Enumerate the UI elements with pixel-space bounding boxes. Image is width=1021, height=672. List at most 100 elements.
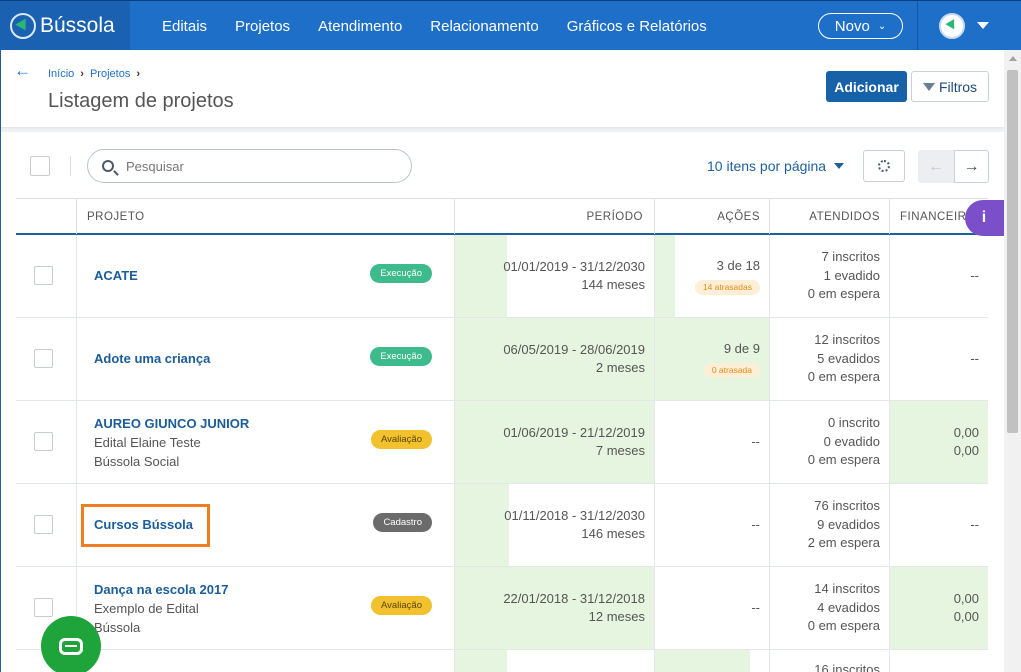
filter-button[interactable]: Filtros: [911, 71, 989, 102]
breadcrumb-separator: ›: [80, 68, 84, 80]
settings-button[interactable]: [863, 150, 905, 182]
periodo-cell: [455, 650, 655, 672]
next-page-button[interactable]: →: [954, 150, 989, 183]
projeto-cell: Dança na escola 2017 Exemplo de Edital B…: [77, 567, 455, 649]
period-range: 06/05/2019 - 28/06/2019: [503, 341, 645, 357]
compass-logo-icon: [10, 13, 36, 39]
em-espera: 2 em espera: [807, 535, 880, 551]
project-name-link[interactable]: Dança na escola 2017: [94, 582, 228, 597]
late-badge: 14 atrasadas: [694, 279, 760, 295]
header-periodo[interactable]: PERÍODO: [455, 199, 655, 234]
back-arrow-icon[interactable]: ←: [14, 61, 31, 81]
header-projeto[interactable]: PROJETO: [77, 199, 455, 234]
projeto-cell: Adote uma criança Execução: [77, 318, 455, 400]
highlight-box: [81, 504, 210, 547]
period-months: 144 meses: [581, 277, 645, 292]
financeiro-cell: 0,00 0,00: [890, 401, 988, 483]
em-espera: 0 em espera: [807, 286, 880, 302]
previous-page-button[interactable]: ←: [918, 150, 954, 183]
search-input[interactable]: [126, 158, 386, 174]
evadidos: 1 evadido: [823, 267, 880, 283]
scroll-up-icon[interactable]: [1009, 56, 1017, 61]
inscritos: 76 inscritos: [814, 498, 880, 514]
breadcrumb-separator: ›: [136, 68, 140, 80]
info-icon[interactable]: i: [965, 200, 1009, 236]
row-checkbox[interactable]: [34, 515, 53, 534]
table-row[interactable]: Adote uma criança Execução 06/05/2019 - …: [16, 318, 988, 401]
user-menu-caret-icon[interactable]: [977, 22, 989, 29]
nav-link-graficos[interactable]: Gráficos e Relatórios: [567, 18, 707, 35]
periodo-cell: 01/06/2019 - 21/12/2019 7 meses: [455, 401, 655, 483]
period-months: 12 meses: [588, 609, 645, 624]
project-organization: Bússola: [94, 620, 141, 635]
acoes-cell: --: [655, 401, 770, 483]
scroll-thumb[interactable]: [1007, 70, 1018, 433]
table-header: PROJETO PERÍODO AÇÕES ATENDIDOS FINANCEI…: [16, 198, 988, 235]
projects-table: PROJETO PERÍODO AÇÕES ATENDIDOS FINANCEI…: [16, 198, 988, 672]
financeiro-cell: --: [890, 235, 988, 317]
row-checkbox[interactable]: [34, 598, 53, 617]
chat-icon: [59, 637, 83, 655]
add-button[interactable]: Adicionar: [826, 71, 907, 102]
row-checkbox[interactable]: [34, 266, 53, 285]
late-badge: 0 atrasada: [703, 362, 760, 378]
select-cell: [16, 401, 77, 483]
project-name-link[interactable]: AUREO GIUNCO JUNIOR: [94, 416, 249, 431]
financeiro-cell: --: [890, 318, 988, 400]
novo-button[interactable]: Novo ⌄: [818, 13, 903, 39]
header-select: [16, 199, 77, 234]
vertical-scrollbar[interactable]: [1004, 50, 1021, 672]
per-page-select[interactable]: 10 itens por página: [707, 158, 845, 174]
row-checkbox[interactable]: [34, 432, 53, 451]
breadcrumb-projetos[interactable]: Projetos: [90, 68, 130, 80]
atendidos-cell: 0 inscrito 0 evadido 0 em espera: [770, 401, 890, 483]
project-name-link[interactable]: ACATE: [94, 268, 138, 283]
nav-link-relacionamento[interactable]: Relacionamento: [430, 18, 538, 35]
actions-count: --: [751, 516, 760, 532]
caret-down-icon: [834, 163, 845, 169]
periodo-cell: 06/05/2019 - 28/06/2019 2 meses: [455, 318, 655, 400]
actions-count: 9 de 9: [723, 341, 760, 357]
search-box[interactable]: [87, 149, 412, 183]
periodo-cell: 01/01/2019 - 31/12/2030 144 meses: [455, 235, 655, 317]
financeiro-value: 0,00: [953, 590, 979, 606]
brand[interactable]: Bússola: [0, 1, 130, 51]
brand-name: Bússola: [40, 14, 115, 37]
status-badge: Execução: [370, 264, 432, 283]
search-icon: [102, 160, 114, 172]
breadcrumb: Início › Projetos ›: [48, 68, 140, 80]
period-range: 01/06/2019 - 21/12/2019: [503, 424, 645, 440]
table-row[interactable]: AUREO GIUNCO JUNIOR Edital Elaine Teste …: [16, 401, 988, 484]
table-row[interactable]: 16 inscritos: [16, 650, 988, 672]
financeiro-value: --: [970, 350, 979, 366]
user-avatar[interactable]: [939, 13, 965, 39]
nav-link-editais[interactable]: Editais: [162, 18, 207, 35]
nav-link-projetos[interactable]: Projetos: [235, 18, 290, 35]
projeto-cell: ACATE Execução: [77, 235, 455, 317]
table-row[interactable]: Dança na escola 2017 Exemplo de Edital B…: [16, 567, 988, 650]
nav-links: Editais Projetos Atendimento Relacioname…: [148, 1, 721, 51]
inscritos: 0 inscrito: [827, 415, 880, 431]
em-espera: 0 em espera: [807, 452, 880, 468]
row-checkbox[interactable]: [34, 349, 53, 368]
nav-link-atendimento[interactable]: Atendimento: [318, 18, 402, 35]
chat-button[interactable]: [41, 616, 101, 672]
em-espera: 0 em espera: [807, 618, 880, 634]
header-acoes[interactable]: AÇÕES: [655, 199, 770, 234]
select-cell: [16, 318, 77, 400]
toolbar-divider: [70, 156, 71, 176]
table-row[interactable]: ACATE Execução 01/01/2019 - 31/12/2030 1…: [16, 235, 988, 318]
status-badge: Avaliação: [370, 596, 432, 615]
status-badge: Cadastro: [373, 513, 432, 532]
period-months: 2 meses: [595, 360, 645, 375]
project-name-link[interactable]: Adote uma criança: [94, 351, 210, 366]
header-atendidos[interactable]: ATENDIDOS: [770, 199, 890, 234]
select-all-checkbox[interactable]: [30, 156, 50, 176]
list-toolbar: 10 itens por página ← →: [1, 132, 1004, 198]
breadcrumb-inicio[interactable]: Início: [48, 68, 74, 80]
select-cell: [16, 235, 77, 317]
financeiro-cell: --: [890, 484, 988, 566]
acoes-cell: [655, 650, 770, 672]
gear-icon: [878, 160, 890, 172]
acoes-cell: 3 de 18 14 atrasadas: [655, 235, 770, 317]
